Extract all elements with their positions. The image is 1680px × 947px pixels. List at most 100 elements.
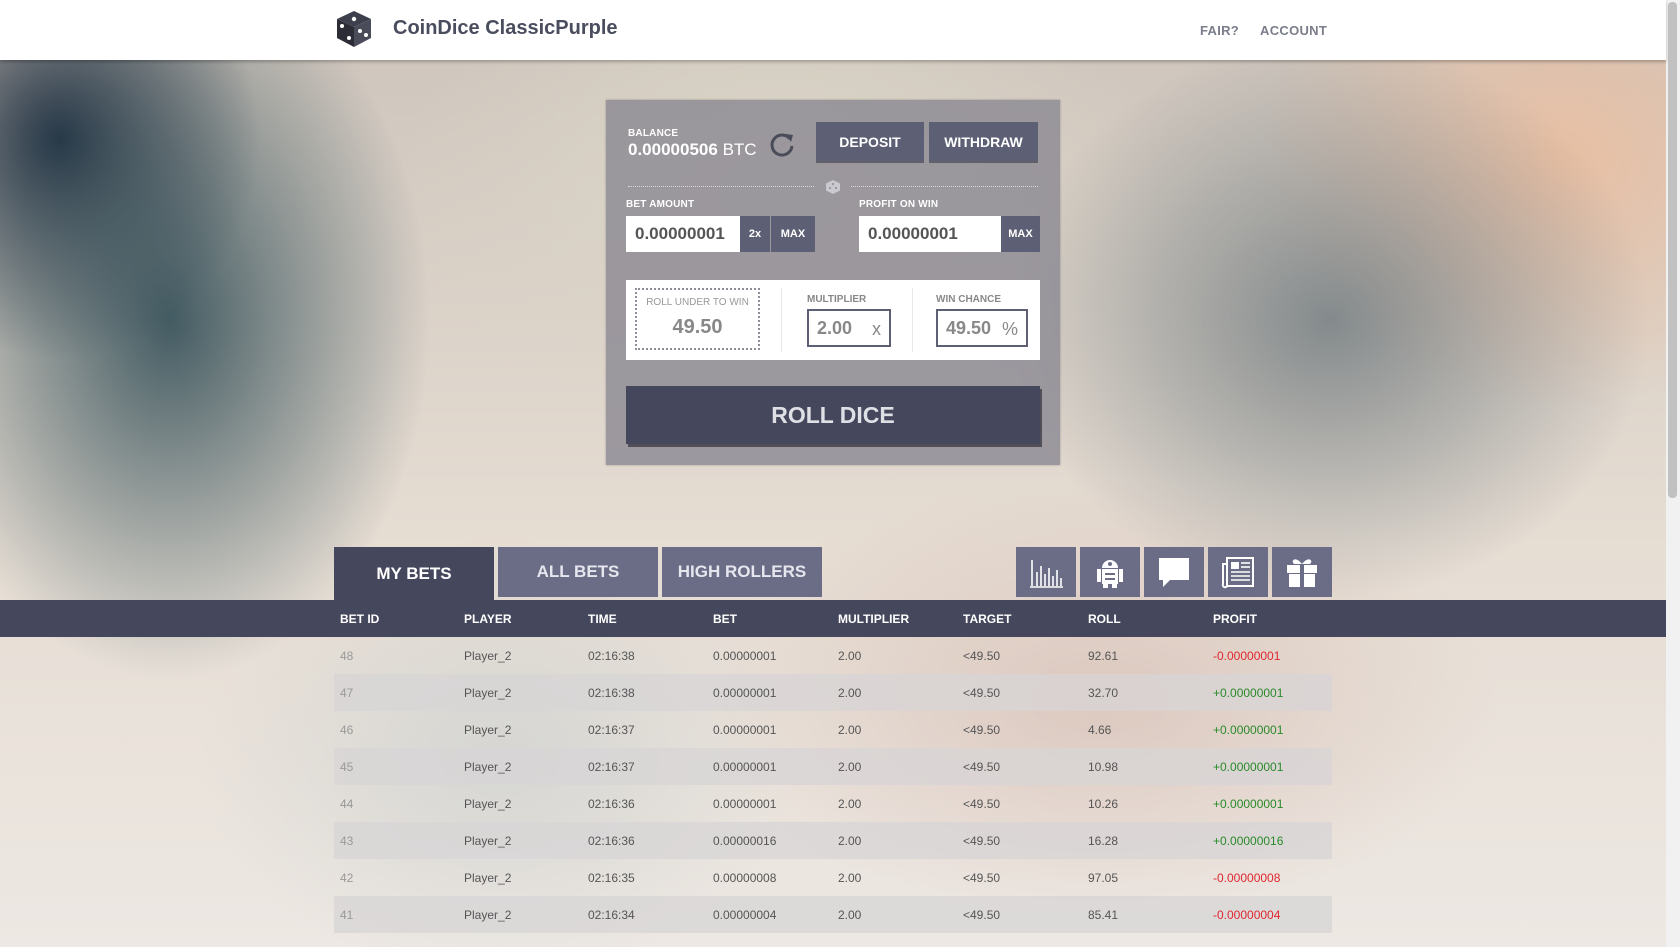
win-chance-input[interactable]: 49.50 % bbox=[936, 309, 1028, 347]
divider-right bbox=[851, 186, 1038, 187]
stats-button[interactable] bbox=[1016, 547, 1076, 597]
nav-account-link[interactable]: ACCOUNT bbox=[1260, 23, 1327, 38]
bet-amount: 0.00000004 bbox=[713, 908, 777, 922]
bet-id[interactable]: 42 bbox=[340, 871, 353, 885]
gift-icon bbox=[1287, 559, 1317, 587]
bet-roll: 10.26 bbox=[1088, 797, 1119, 811]
table-row[interactable]: 44 Player_2 02:16:36 0.00000001 2.00 <49… bbox=[334, 785, 1332, 822]
bet-id[interactable]: 41 bbox=[340, 908, 353, 922]
bet-multiplier: 2.00 bbox=[838, 760, 862, 774]
column-header-bet-id[interactable]: BET ID bbox=[340, 612, 379, 626]
tab-high-rollers[interactable]: HIGH ROLLERS bbox=[662, 547, 822, 597]
column-header-profit[interactable]: PROFIT bbox=[1213, 612, 1257, 626]
profit-on-win-input[interactable]: 0.00000001 bbox=[859, 216, 1001, 252]
bet-id[interactable]: 43 bbox=[340, 834, 353, 848]
bet-parameters-box: ROLL UNDER TO WIN 49.50 MULTIPLIER 2.00 … bbox=[626, 280, 1040, 360]
column-header-target[interactable]: TARGET bbox=[963, 612, 1011, 626]
roll-under-toggle[interactable]: ROLL UNDER TO WIN 49.50 bbox=[635, 288, 760, 350]
bet-multiplier: 2.00 bbox=[838, 723, 862, 737]
bet-multiplier: 2.00 bbox=[838, 649, 862, 663]
multiplier-label: MULTIPLIER bbox=[807, 294, 867, 305]
bet-amount: 0.00000001 bbox=[713, 797, 777, 811]
dice-logo-icon[interactable] bbox=[334, 9, 374, 49]
bet-id[interactable]: 48 bbox=[340, 649, 353, 663]
bets-table-body: 48 Player_2 02:16:38 0.00000001 2.00 <49… bbox=[334, 637, 1332, 933]
bet-profit: +0.00000016 bbox=[1213, 834, 1284, 848]
separator bbox=[781, 288, 782, 352]
bet-amount: 0.00000001 bbox=[713, 760, 777, 774]
page-scrollbar[interactable] bbox=[1666, 0, 1680, 947]
table-row[interactable]: 48 Player_2 02:16:38 0.00000001 2.00 <49… bbox=[334, 637, 1332, 674]
bet-target: <49.50 bbox=[963, 649, 1001, 663]
tab-my-bets[interactable]: MY BETS bbox=[334, 547, 494, 600]
deposit-button[interactable]: DEPOSIT bbox=[816, 122, 924, 161]
separator bbox=[912, 288, 913, 352]
bet-roll: 85.41 bbox=[1088, 908, 1119, 922]
top-header: CoinDice ClassicPurple FAIR? ACCOUNT bbox=[0, 0, 1666, 60]
bet-amount: 0.00000016 bbox=[713, 834, 777, 848]
player-name[interactable]: Player_2 bbox=[464, 649, 511, 663]
balance-value: 0.00000506 bbox=[628, 140, 718, 159]
table-row[interactable]: 45 Player_2 02:16:37 0.00000001 2.00 <49… bbox=[334, 748, 1332, 785]
table-row[interactable]: 41 Player_2 02:16:34 0.00000004 2.00 <49… bbox=[334, 896, 1332, 933]
chat-button[interactable] bbox=[1144, 547, 1204, 597]
bet-profit: +0.00000001 bbox=[1213, 723, 1284, 737]
bet-multiplier: 2.00 bbox=[838, 834, 862, 848]
robot-icon bbox=[1097, 560, 1123, 588]
brand-title[interactable]: CoinDice ClassicPurple bbox=[393, 17, 618, 40]
bet-profit: +0.00000001 bbox=[1213, 797, 1284, 811]
table-row[interactable]: 42 Player_2 02:16:35 0.00000008 2.00 <49… bbox=[334, 859, 1332, 896]
bet-id[interactable]: 45 bbox=[340, 760, 353, 774]
refresh-balance-icon[interactable] bbox=[768, 130, 796, 158]
bet-id[interactable]: 46 bbox=[340, 723, 353, 737]
column-header-multiplier[interactable]: MULTIPLIER bbox=[838, 612, 909, 626]
player-name[interactable]: Player_2 bbox=[464, 723, 511, 737]
balance-unit: BTC bbox=[722, 140, 757, 159]
bet-time: 02:16:34 bbox=[588, 908, 635, 922]
bet-amount: 0.00000008 bbox=[713, 871, 777, 885]
column-header-bet[interactable]: BET bbox=[713, 612, 737, 626]
bet-amount-input[interactable]: 0.00000001 bbox=[626, 216, 740, 252]
column-header-player[interactable]: PLAYER bbox=[464, 612, 512, 626]
player-name[interactable]: Player_2 bbox=[464, 686, 511, 700]
bet-multiplier: 2.00 bbox=[838, 797, 862, 811]
bet-id[interactable]: 47 bbox=[340, 686, 353, 700]
bet-time: 02:16:37 bbox=[588, 760, 635, 774]
bet-time: 02:16:35 bbox=[588, 871, 635, 885]
scrollbar-thumb[interactable] bbox=[1668, 2, 1677, 498]
player-name[interactable]: Player_2 bbox=[464, 797, 511, 811]
balance-label: BALANCE bbox=[628, 128, 679, 139]
roll-under-label: ROLL UNDER TO WIN bbox=[646, 297, 749, 308]
bet-time: 02:16:36 bbox=[588, 797, 635, 811]
win-chance-value: 49.50 bbox=[946, 318, 992, 338]
bet-amount: 0.00000001 bbox=[713, 686, 777, 700]
roll-dice-button[interactable]: ROLL DICE bbox=[626, 386, 1040, 444]
player-name[interactable]: Player_2 bbox=[464, 871, 511, 885]
tab-all-bets[interactable]: ALL BETS bbox=[498, 547, 658, 597]
bet-id[interactable]: 44 bbox=[340, 797, 353, 811]
player-name[interactable]: Player_2 bbox=[464, 760, 511, 774]
column-header-time[interactable]: TIME bbox=[588, 612, 617, 626]
news-icon bbox=[1221, 557, 1254, 589]
nav-fair-link[interactable]: FAIR? bbox=[1200, 23, 1239, 38]
bet-profit: -0.00000004 bbox=[1213, 908, 1281, 922]
withdraw-button[interactable]: WITHDRAW bbox=[929, 122, 1038, 161]
bet-profit: +0.00000001 bbox=[1213, 686, 1284, 700]
table-row[interactable]: 46 Player_2 02:16:37 0.00000001 2.00 <49… bbox=[334, 711, 1332, 748]
bot-button[interactable] bbox=[1080, 547, 1140, 597]
table-row[interactable]: 47 Player_2 02:16:38 0.00000001 2.00 <49… bbox=[334, 674, 1332, 711]
gift-button[interactable] bbox=[1272, 547, 1332, 597]
multiplier-value: 2.00 bbox=[817, 318, 853, 338]
table-row[interactable]: 43 Player_2 02:16:36 0.00000016 2.00 <49… bbox=[334, 822, 1332, 859]
max-profit-button[interactable]: MAX bbox=[1001, 216, 1040, 252]
profit-on-win-label: PROFIT ON WIN bbox=[859, 199, 939, 210]
player-name[interactable]: Player_2 bbox=[464, 908, 511, 922]
multiplier-input[interactable]: 2.00 x bbox=[807, 309, 891, 347]
dice-panel: BALANCE 0.00000506 BTC DEPOSIT WITHDRAW … bbox=[606, 100, 1060, 465]
bet-multiplier: 2.00 bbox=[838, 686, 862, 700]
player-name[interactable]: Player_2 bbox=[464, 834, 511, 848]
max-bet-button[interactable]: MAX bbox=[771, 216, 815, 252]
double-bet-button[interactable]: 2x bbox=[740, 216, 770, 252]
news-button[interactable] bbox=[1208, 547, 1268, 597]
column-header-roll[interactable]: ROLL bbox=[1088, 612, 1121, 626]
